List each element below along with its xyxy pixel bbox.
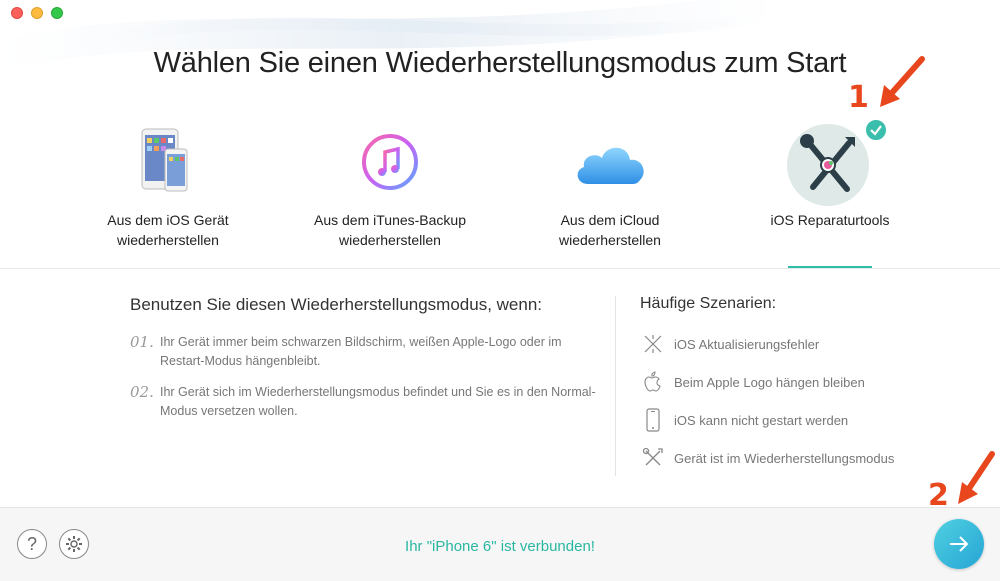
mode-label-line2: wiederherstellen [339, 232, 441, 248]
minimize-window-button[interactable] [31, 7, 43, 19]
mode-icloud[interactable]: Aus dem iCloud wiederherstellen [500, 110, 720, 250]
list-item: 02. Ihr Gerät sich im Wiederherstellungs… [130, 383, 600, 421]
list-item: 01. Ihr Gerät immer beim schwarzen Bilds… [130, 333, 600, 371]
scenario-text: Gerät ist im Wiederherstellungsmodus [674, 450, 895, 466]
iphone-ipad-icon [141, 128, 188, 192]
annotation-number-2: 2 [928, 478, 949, 513]
scenario-item: iOS kann nicht gestart werden [640, 401, 980, 439]
mode-description: Benutzen Sie diesen Wiederherstellungsmo… [130, 295, 600, 433]
scenario-item: Beim Apple Logo hängen bleiben [640, 363, 980, 401]
connection-status: Ihr "iPhone 6" ist verbunden! [405, 538, 595, 555]
item-text: Ihr Gerät sich im Wiederherstellungsmodu… [160, 385, 596, 418]
description-title: Benutzen Sie diesen Wiederherstellungsmo… [130, 295, 543, 314]
mode-label-line2: wiederherstellen [117, 232, 219, 248]
apple-logo-icon [644, 371, 661, 392]
scenario-text: iOS kann nicht gestart werden [674, 412, 849, 428]
mode-label-line1: iOS Reparaturtools [770, 212, 890, 228]
icloud-icon [577, 147, 644, 184]
update-error-icon [644, 335, 662, 353]
scenario-text: iOS Aktualisierungsfehler [674, 336, 820, 352]
item-number: 02. [130, 383, 154, 401]
mode-label-line2: wiederherstellen [559, 232, 661, 248]
annotation-number-1: 1 [848, 80, 869, 115]
mode-ios-repair-tools[interactable]: iOS Reparaturtools [720, 110, 940, 230]
mode-label-line1: Aus dem iCloud [560, 212, 660, 228]
itunes-icon [362, 134, 418, 190]
repair-tools-icon [787, 124, 869, 206]
window-controls [11, 7, 63, 19]
item-number: 01. [130, 333, 154, 351]
selected-check-icon [864, 118, 888, 142]
phone-icon [646, 408, 660, 432]
mode-itunes-backup[interactable]: Aus dem iTunes-Backup wiederherstellen [280, 110, 500, 250]
scenario-item: Gerät ist im Wiederherstellungsmodus [640, 439, 980, 477]
arrow-right-icon [950, 536, 969, 552]
scenarios-title: Häufige Szenarien: [640, 295, 777, 312]
common-scenarios: Häufige Szenarien: iOS Aktualisierungsfe… [640, 295, 980, 477]
zoom-window-button[interactable] [51, 7, 63, 19]
scenario-text: Beim Apple Logo hängen bleiben [674, 374, 865, 390]
recovery-modes: Aus dem iOS Gerät wiederherstellen Aus de… [0, 110, 1000, 270]
mode-ios-device[interactable]: Aus dem iOS Gerät wiederherstellen [58, 110, 278, 250]
mode-label-line1: Aus dem iTunes-Backup [314, 212, 466, 228]
item-text: Ihr Gerät immer beim schwarzen Bildschir… [160, 335, 562, 368]
next-button[interactable] [934, 519, 984, 569]
scenario-item: iOS Aktualisierungsfehler [640, 325, 980, 363]
annotation-arrow-2-icon [958, 451, 995, 504]
page-title: Wählen Sie einen Wiederherstellungsmodus… [153, 47, 847, 79]
annotation-arrow-1-icon [880, 56, 925, 107]
mode-label-line1: Aus dem iOS Gerät [107, 212, 229, 228]
divider [0, 268, 1000, 269]
footer-bar: ? Ihr "iPhone 6" ist verbunden! [0, 507, 1000, 581]
close-window-button[interactable] [11, 7, 23, 19]
vertical-divider [615, 296, 616, 476]
tools-icon [642, 447, 663, 466]
